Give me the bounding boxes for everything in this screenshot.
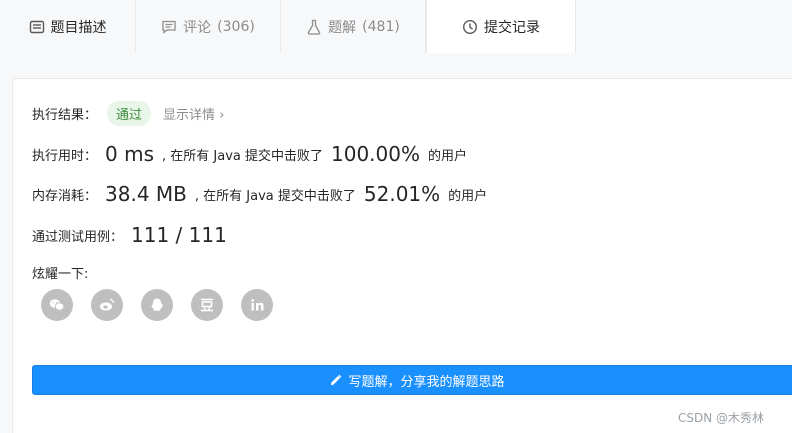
show-details-label: 显示详情 — [163, 108, 216, 123]
tab-submissions-label: 提交记录 — [484, 19, 540, 36]
write-solution-button[interactable]: 写题解，分享我的解题思路 — [32, 365, 792, 395]
tab-comments-count: (306) — [217, 18, 255, 35]
write-solution-label: 写题解，分享我的解题思路 — [348, 374, 505, 390]
runtime-text: , 在所有 Java 提交中击败了 — [162, 148, 323, 164]
testcases-value: 111 / 111 — [131, 223, 227, 247]
show-details-link[interactable]: 显示详情 › — [163, 104, 224, 123]
pencil-icon — [331, 374, 342, 385]
tab-comments-label: 评论 — [183, 19, 212, 36]
runtime-suffix: 的用户 — [427, 148, 467, 164]
memory-value: 38.4 MB — [105, 182, 187, 206]
runtime-value: 0 ms — [105, 142, 154, 166]
runtime-row: 执行用时： 0 ms , 在所有 Java 提交中击败了 100.00% 的用户 — [32, 142, 467, 166]
testcases-label: 通过测试用例： — [32, 229, 124, 245]
memory-percent: 52.01% — [363, 182, 441, 206]
flask-icon — [306, 19, 322, 35]
tab-solutions[interactable]: 题解 (481) — [281, 0, 426, 53]
tab-bar: 题目描述 评论 (306) 题解 (481) 提交记录 — [0, 0, 792, 53]
share-label: 炫耀一下: — [32, 267, 89, 282]
status-badge: 通过 — [107, 101, 152, 126]
qq-icon[interactable] — [141, 289, 173, 321]
douban-icon[interactable] — [191, 289, 223, 321]
clock-icon — [462, 19, 478, 35]
runtime-percent: 100.00% — [331, 142, 420, 166]
memory-suffix: 的用户 — [448, 188, 488, 204]
comment-icon — [161, 19, 177, 35]
csdn-watermark: CSDN @木秀林 — [678, 411, 765, 425]
share-label-row: 炫耀一下: — [32, 263, 88, 282]
tab-comments[interactable]: 评论 (306) — [136, 0, 281, 53]
tab-submissions[interactable]: 提交记录 — [426, 0, 576, 53]
testcases-row: 通过测试用例： 111 / 111 — [32, 223, 235, 247]
chevron-right-icon: › — [219, 108, 225, 123]
memory-row: 内存消耗： 38.4 MB , 在所有 Java 提交中击败了 52.01% 的… — [32, 182, 487, 206]
weibo-icon[interactable] — [91, 289, 123, 321]
result-row: 执行结果： 通过 显示详情 › — [32, 101, 224, 126]
tab-solutions-count: (481) — [362, 18, 400, 35]
tab-description-label: 题目描述 — [50, 19, 107, 36]
tab-solutions-label: 题解 — [328, 19, 357, 36]
result-label: 执行结果： — [32, 108, 98, 123]
tab-description[interactable]: 题目描述 — [0, 0, 136, 53]
memory-text: , 在所有 Java 提交中击败了 — [194, 188, 356, 204]
description-icon — [29, 19, 45, 35]
share-icons — [41, 289, 273, 321]
submission-result-card: 执行结果： 通过 显示详情 › 执行用时： 0 ms , 在所有 Java 提交… — [12, 78, 792, 433]
wechat-icon[interactable] — [41, 289, 73, 321]
memory-label: 内存消耗： — [32, 188, 98, 204]
runtime-label: 执行用时： — [32, 148, 98, 164]
linkedin-icon[interactable] — [241, 289, 273, 321]
